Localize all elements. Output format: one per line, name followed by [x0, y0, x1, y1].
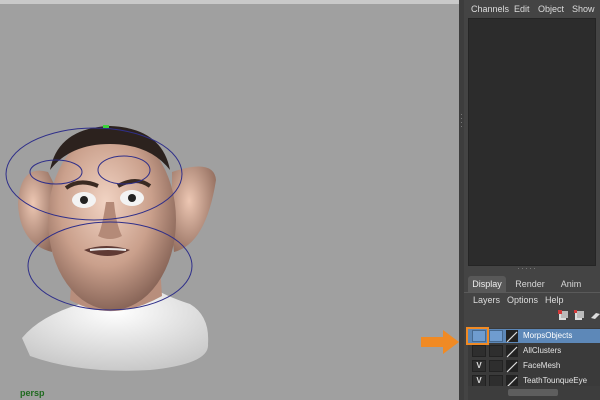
channel-box-area[interactable]: [468, 18, 596, 266]
layer-display-type-toggle[interactable]: [489, 330, 503, 342]
character-head-model[interactable]: [0, 4, 459, 400]
tab-underline: [464, 292, 600, 293]
layer-list-scrollbar[interactable]: [468, 386, 600, 400]
highlight-box: [466, 327, 489, 345]
layer-row[interactable]: AllClusters: [468, 344, 600, 358]
layer-color-swatch[interactable]: [506, 345, 518, 358]
channel-box-menubar: Channels Edit Object Show: [464, 0, 600, 18]
layer-display-type-toggle[interactable]: [489, 345, 503, 357]
layer-toolbar: [464, 310, 600, 324]
layer-name: FaceMesh: [523, 361, 561, 370]
camera-label: persp: [20, 388, 45, 398]
layer-slash-icon: [506, 331, 518, 343]
layer-color-swatch[interactable]: [506, 330, 518, 343]
layer-slash-icon: [506, 346, 518, 358]
layer-name: TeathTounqueEye: [523, 376, 588, 385]
layer-visibility-toggle[interactable]: [472, 345, 486, 357]
menu-edit[interactable]: Edit: [514, 4, 530, 14]
layer-option-icon[interactable]: [590, 310, 600, 321]
layer-name: AllClusters: [523, 346, 562, 355]
tab-display[interactable]: Display: [468, 276, 506, 292]
menu-help[interactable]: Help: [545, 295, 564, 305]
layer-visibility-toggle[interactable]: V: [472, 360, 486, 372]
layer-color-swatch[interactable]: [506, 360, 518, 373]
menu-object[interactable]: Object: [538, 4, 564, 14]
layer-editor-tabs: Display Render Anim: [464, 276, 600, 292]
layer-slash-icon: [506, 361, 518, 373]
scrollbar-thumb[interactable]: [508, 389, 558, 396]
new-layer-icon[interactable]: [574, 310, 585, 321]
layer-editor-menubar: Layers Options Help: [464, 294, 600, 308]
new-layer-from-selected-icon[interactable]: [558, 310, 569, 321]
panel-splitter[interactable]: [464, 266, 600, 272]
layer-name: MorpsObjects: [523, 331, 573, 340]
annotation-arrow-icon: [421, 330, 459, 354]
perspective-viewport[interactable]: persp: [0, 0, 459, 400]
tab-render[interactable]: Render: [510, 276, 550, 292]
layer-row[interactable]: V FaceMesh: [468, 359, 600, 373]
menu-show[interactable]: Show: [572, 4, 595, 14]
menu-channels[interactable]: Channels: [471, 4, 509, 14]
menu-layers[interactable]: Layers: [473, 295, 500, 305]
menu-options[interactable]: Options: [507, 295, 538, 305]
layer-display-type-toggle[interactable]: [489, 360, 503, 372]
tab-anim[interactable]: Anim: [554, 276, 588, 292]
